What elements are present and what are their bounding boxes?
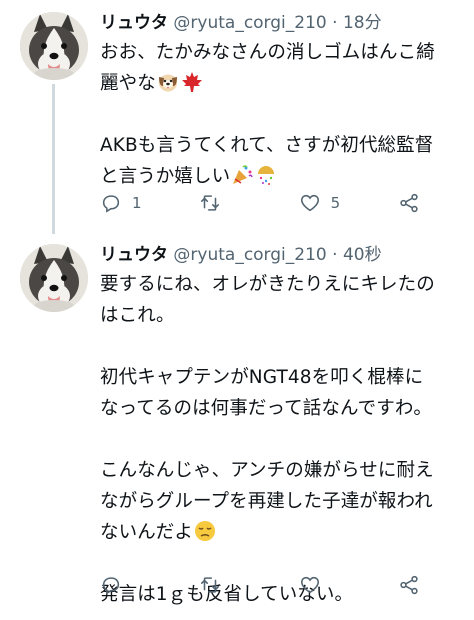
tweet-text: おお、たかみなさんの消しゴムはんこ綺 麗やな AKBも言うてくれて、さすが初代総… bbox=[100, 37, 464, 192]
heart-icon bbox=[300, 576, 319, 594]
like-button[interactable] bbox=[299, 574, 379, 596]
tweet-card[interactable]: リュウタ @ryuta_corgi_210 · 18分 おお、たかみなさんの消し… bbox=[0, 0, 474, 234]
like-button[interactable]: 5 bbox=[299, 192, 379, 214]
tweet-line: AKBも言うてくれて、さすが初代総監督 bbox=[100, 135, 434, 156]
tweet-actions bbox=[100, 572, 420, 598]
retweet-icon bbox=[201, 195, 220, 211]
reply-button[interactable] bbox=[100, 574, 180, 596]
display-name[interactable]: リュウタ bbox=[100, 245, 168, 265]
retweet-button[interactable] bbox=[199, 574, 279, 596]
tweet-text: 要するにね、オレがきたりえにキレたの はこれ。 初代キャプテンがNGT48を叩く… bbox=[100, 269, 464, 610]
tweet-card[interactable]: リュウタ @ryuta_corgi_210 · 40秒 要するにね、オレがきたり… bbox=[0, 232, 474, 620]
tweet-header: リュウタ @ryuta_corgi_210 · 40秒 bbox=[100, 244, 464, 266]
share-icon bbox=[400, 193, 418, 213]
avatar[interactable] bbox=[20, 244, 88, 312]
reply-icon bbox=[102, 577, 120, 595]
tweet-line: おお、たかみなさんの消しゴムはんこ綺 bbox=[100, 42, 435, 63]
tweet-line: はこれ。 bbox=[100, 305, 175, 326]
reply-button[interactable]: 1 bbox=[100, 192, 180, 214]
tweet-line: 麗やな bbox=[100, 73, 156, 94]
retweet-button[interactable] bbox=[199, 192, 279, 214]
heart-icon bbox=[300, 194, 319, 212]
reply-count: 1 bbox=[132, 194, 142, 212]
tweet-line: と言うか嬉しい bbox=[100, 166, 231, 187]
retweet-icon bbox=[201, 577, 220, 593]
share-button[interactable] bbox=[398, 574, 420, 596]
tweet-line: 初代キャプテンがNGT48を叩く棍棒に bbox=[100, 367, 424, 388]
party-popper-emoji-icon bbox=[233, 165, 253, 184]
confetti-ball-emoji-icon bbox=[258, 166, 275, 185]
tweet-line: 要するにね、オレがきたりえにキレたの bbox=[100, 274, 435, 295]
separator-dot: · bbox=[332, 245, 338, 265]
thread-connector-line bbox=[52, 84, 55, 234]
timestamp[interactable]: 40秒 bbox=[343, 245, 382, 265]
share-icon bbox=[400, 575, 418, 595]
reply-icon bbox=[102, 195, 120, 213]
like-count: 5 bbox=[330, 194, 341, 212]
user-handle[interactable]: @ryuta_corgi_210 bbox=[173, 245, 326, 265]
dog-face-emoji-icon bbox=[158, 74, 177, 92]
pensive-face-emoji-icon bbox=[195, 521, 216, 541]
tweet-line: ながらグループを再建した子達が報われ bbox=[100, 491, 433, 512]
tweet-line: なってるのは何事だって話なんですわ。 bbox=[100, 398, 433, 419]
tweet-line: ないんだよ bbox=[100, 522, 194, 543]
timestamp[interactable]: 18分 bbox=[343, 13, 382, 33]
maple-leaf-emoji-icon bbox=[181, 72, 202, 92]
tweet-actions: 1 5 bbox=[100, 190, 420, 216]
separator-dot: · bbox=[332, 13, 338, 33]
display-name[interactable]: リュウタ bbox=[100, 13, 168, 33]
user-handle[interactable]: @ryuta_corgi_210 bbox=[173, 13, 326, 33]
tweet-header: リュウタ @ryuta_corgi_210 · 18分 bbox=[100, 12, 464, 34]
avatar[interactable] bbox=[20, 12, 88, 80]
tweet-line: こんなんじゃ、アンチの嫌がらせに耐え bbox=[100, 460, 434, 481]
share-button[interactable] bbox=[398, 192, 420, 214]
